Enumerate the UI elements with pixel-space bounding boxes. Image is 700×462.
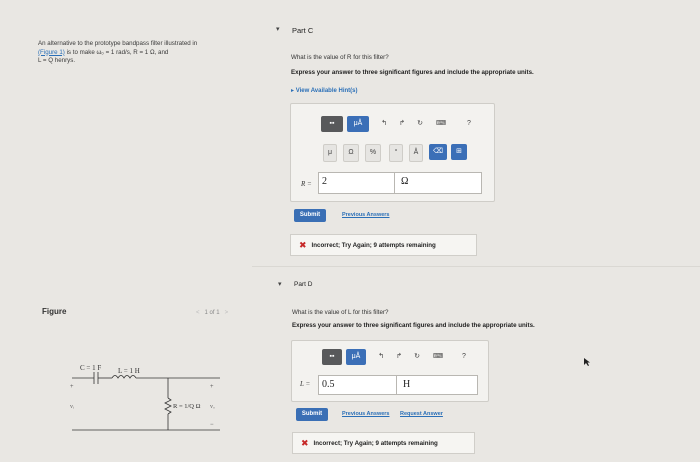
mouse-cursor-icon <box>584 358 590 366</box>
part-d-feedback: ✖ Incorrect; Try Again; 9 attempts remain… <box>292 432 475 454</box>
problem-line-2: is to make ω₀ = 1 rad/s, R = 1 Ω, and <box>66 48 169 56</box>
symbols-button[interactable]: μÅ <box>347 116 369 132</box>
problem-line-1: An alternative to the prototype bandpass… <box>38 40 198 47</box>
part-d-unit-input[interactable]: H <box>396 375 478 395</box>
mu-key[interactable]: μ <box>323 144 337 162</box>
symbols-button[interactable]: μÅ <box>346 349 366 365</box>
reset-icon[interactable]: ↻ <box>410 349 424 365</box>
figure-label: Figure <box>42 307 67 316</box>
undo-icon[interactable]: ↰ <box>374 349 388 365</box>
part-d-var-label: L = <box>300 380 311 388</box>
reset-icon[interactable]: ↻ <box>413 116 427 132</box>
redo-icon[interactable]: ↱ <box>392 349 406 365</box>
incorrect-icon: ✖ <box>299 240 307 250</box>
undo-icon[interactable]: ↰ <box>377 116 391 132</box>
part-d-submit-button[interactable]: Submit <box>296 408 328 421</box>
part-c-value-input[interactable]: 2 <box>318 172 402 194</box>
omega-key[interactable]: Ω <box>343 144 359 162</box>
part-d-previous-answers-link[interactable]: Previous Answers <box>342 411 389 417</box>
part-c-instruction: Express your answer to three significant… <box>291 69 534 76</box>
backspace-key[interactable]: ⌫ <box>429 144 447 160</box>
part-d-title[interactable]: Part D <box>294 281 312 288</box>
templates-icon[interactable]: ▪▪ <box>321 116 343 132</box>
angstrom-key[interactable]: Å <box>409 144 423 162</box>
part-d-question: What is the value of L for this filter? <box>292 309 389 316</box>
figure-link[interactable]: (Figure 1) <box>38 49 65 56</box>
part-c-question: What is the value of R for this filter? <box>291 54 389 61</box>
circuit-diagram: C = 1 F L = 1 H R = 1/Q Ω vᵢ vₒ + + − <box>70 364 220 431</box>
part-c-title[interactable]: Part C <box>292 26 313 35</box>
part-d-instruction: Express your answer to three significant… <box>292 322 535 329</box>
vo-minus: − <box>210 422 214 428</box>
grid-key[interactable]: ⊞ <box>451 144 467 160</box>
part-d-caret-icon[interactable]: ▾ <box>278 280 282 288</box>
templates-icon[interactable]: ▪▪ <box>322 349 342 365</box>
part-c-feedback: ✖ Incorrect; Try Again; 9 attempts remain… <box>290 234 477 256</box>
part-c-unit-input[interactable]: Ω <box>394 172 482 194</box>
help-icon[interactable]: ? <box>458 349 470 365</box>
inductor-label: L = 1 H <box>118 367 140 375</box>
capacitor-label: C = 1 F <box>80 364 101 372</box>
part-c-previous-answers-link[interactable]: Previous Answers <box>342 212 389 218</box>
part-c-submit-button[interactable]: Submit <box>294 209 326 222</box>
part-d-request-answer-link[interactable]: Request Answer <box>400 411 443 417</box>
pager-prev-icon[interactable]: < <box>196 310 200 316</box>
problem-statement: An alternative to the prototype bandpass… <box>38 40 238 66</box>
vo-label: vₒ <box>210 404 215 410</box>
part-c-hint-label: View Available Hint(s) <box>295 88 358 94</box>
pager-next-icon[interactable]: > <box>225 310 229 316</box>
part-d-feedback-text: Incorrect; Try Again; 9 attempts remaini… <box>313 440 438 447</box>
part-c-answer-box: ▪▪ μÅ ↰ ↱ ↻ ⌨ ? μ Ω % ° Å ⌫ ⊞ R = 2 Ω <box>290 103 495 202</box>
help-icon[interactable]: ? <box>463 116 475 132</box>
part-c-caret-icon[interactable]: ▾ <box>276 25 280 33</box>
vi-label: vᵢ <box>70 404 74 410</box>
degree-key[interactable]: ° <box>389 144 403 162</box>
vo-plus: + <box>210 384 214 390</box>
incorrect-icon: ✖ <box>301 438 309 448</box>
part-d-value-input[interactable]: 0.5 <box>318 375 398 395</box>
figure-pager: < 1 of 1 > <box>196 310 228 316</box>
part-c-var-label: R = <box>301 180 312 188</box>
keyboard-icon[interactable]: ⌨ <box>433 116 449 132</box>
vi-plus: + <box>70 384 74 390</box>
keyboard-icon[interactable]: ⌨ <box>430 349 446 365</box>
problem-line-3: L = Q henrys. <box>38 57 76 64</box>
percent-key[interactable]: % <box>365 144 381 162</box>
part-c-hint-link[interactable]: ▸ View Available Hint(s) <box>291 87 357 94</box>
part-c-feedback-text: Incorrect; Try Again; 9 attempts remaini… <box>311 242 436 249</box>
resistor-label: R = 1/Q Ω <box>173 403 201 410</box>
problem-line-2-wrap: (Figure 1) is to make ω₀ = 1 rad/s, R = … <box>38 49 238 58</box>
redo-icon[interactable]: ↱ <box>395 116 409 132</box>
part-divider <box>252 266 700 267</box>
part-d-answer-box: ▪▪ μÅ ↰ ↱ ↻ ⌨ ? L = 0.5 H <box>291 340 489 402</box>
pager-text: 1 of 1 <box>204 310 220 316</box>
